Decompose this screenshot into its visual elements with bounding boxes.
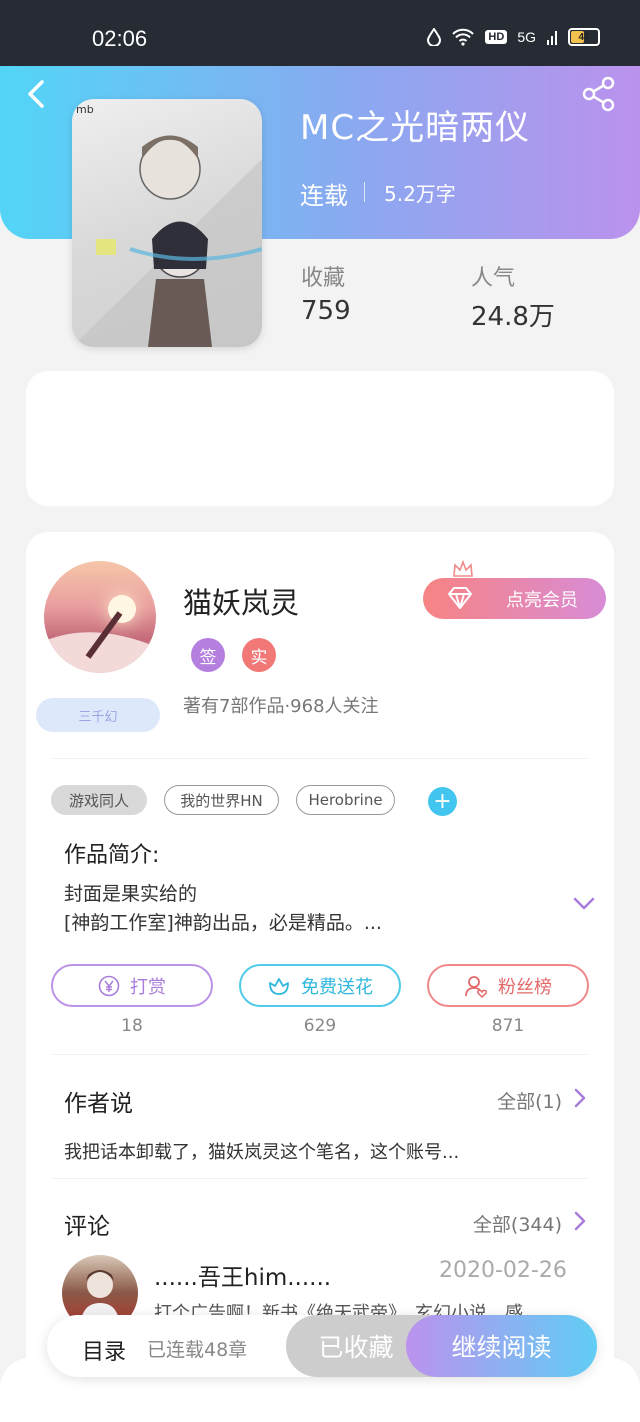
verified-badge: 实 [242, 638, 276, 672]
status-icons: HD 5G 47 [427, 28, 600, 46]
vip-label: 点亮会员 [506, 589, 578, 611]
vip-button[interactable]: 点亮会员 [423, 578, 606, 619]
wifi-icon [452, 28, 475, 46]
share-button[interactable] [582, 76, 616, 112]
continue-reading-button[interactable]: 继续阅读 [406, 1315, 597, 1377]
author-avatar[interactable] [44, 561, 156, 673]
drop-icon [427, 28, 442, 46]
send-flower-button[interactable]: 免费送花 [239, 964, 401, 1007]
title-divider [364, 182, 365, 202]
yen-icon [98, 975, 120, 996]
book-word-count: 5.2万字 [384, 182, 456, 206]
battery-icon: 47 [568, 28, 600, 46]
tag-category[interactable]: 游戏同人 [51, 785, 147, 815]
chevron-right-icon[interactable] [573, 1210, 587, 1232]
status-bar: 02:06 HD 5G 47 [0, 0, 640, 66]
fans-label: 粉丝榜 [498, 976, 552, 998]
reward-label: 打赏 [130, 976, 166, 998]
intro-title: 作品简介: [64, 843, 160, 868]
reward-count: 18 [121, 1016, 143, 1036]
stat-popularity-value: 24.8万 [471, 302, 555, 332]
tag-herobrine[interactable]: Herobrine [296, 785, 395, 815]
flower-count: 629 [303, 1016, 337, 1036]
battery-level: 47 [578, 31, 590, 43]
add-tag-button[interactable]: + [428, 787, 457, 816]
toc-button[interactable]: 目录 [82, 1334, 126, 1366]
chevron-down-icon[interactable] [572, 896, 596, 912]
avatar-illustration [44, 611, 156, 673]
intro-line-1: 封面是果实给的 [64, 883, 198, 905]
stat-favorites-value: 759 [301, 296, 351, 326]
hd-icon: HD [485, 30, 508, 44]
comment-username[interactable]: ......吾王him...... [154, 1258, 331, 1292]
author-title-tag: 三千幻 [36, 698, 160, 732]
divider [52, 1178, 588, 1179]
comments-title: 评论 [64, 1214, 110, 1240]
signal-icon [547, 31, 557, 45]
network-label: 5G [517, 29, 536, 45]
divider [52, 758, 588, 759]
book-title: MC之光暗两仪 [300, 108, 531, 148]
divider [52, 1054, 588, 1055]
chevron-right-icon[interactable] [573, 1087, 587, 1109]
author-says-text[interactable]: 我把话本卸载了，猫妖岚灵这个笔名，这个账号... [64, 1138, 459, 1164]
intro-line-2: [神韵工作室]神韵出品，必是精品。... [64, 912, 382, 934]
status-time: 02:06 [92, 26, 148, 51]
comments-all-link[interactable]: 全部(344) [473, 1210, 562, 1237]
fans-icon [465, 975, 488, 998]
fans-count: 871 [491, 1016, 525, 1036]
chevron-left-icon [28, 80, 44, 108]
crown-icon [453, 560, 473, 577]
book-status: 连载 [300, 182, 348, 210]
author-says-all-link[interactable]: 全部(1) [497, 1087, 562, 1114]
fans-ranking-button[interactable]: 粉丝榜 [427, 964, 589, 1007]
author-name[interactable]: 猫妖岚灵 [183, 580, 299, 622]
stat-popularity-label: 人气 [471, 266, 516, 291]
share-icon [582, 76, 615, 112]
cover-illustration [72, 135, 262, 347]
reward-button[interactable]: 打赏 [51, 964, 213, 1007]
comment-date: 2020-02-26 [439, 1258, 567, 1283]
stat-favorites-label: 收藏 [301, 266, 346, 291]
author-says-title: 作者说 [64, 1091, 133, 1117]
cover-watermark: mb [76, 103, 94, 116]
diamond-icon [448, 587, 472, 609]
intro-text[interactable]: 封面是果实给的 [神韵工作室]神韵出品，必是精品。... [64, 880, 544, 938]
book-cover[interactable]: mb [72, 99, 262, 347]
blank-card [26, 371, 614, 506]
flower-icon [269, 977, 289, 995]
chapter-count[interactable]: 已连载48章 [147, 1335, 247, 1362]
signed-badge: 签 [191, 638, 225, 672]
tag-minecraft[interactable]: 我的世界HN [164, 785, 279, 815]
author-stats: 著有7部作品·968人关注 [183, 696, 379, 717]
flower-label: 免费送花 [301, 976, 373, 998]
back-button[interactable] [20, 76, 56, 112]
